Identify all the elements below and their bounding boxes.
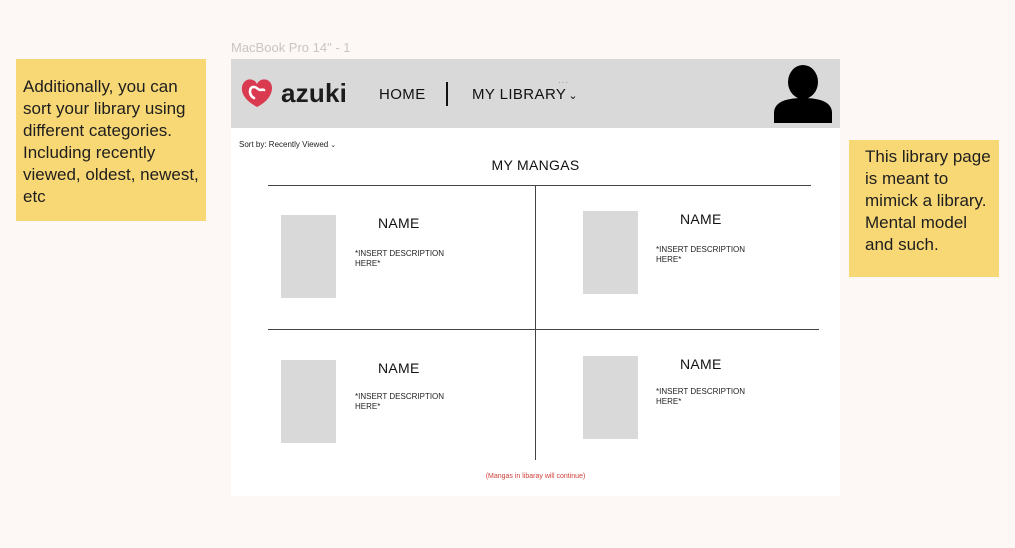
- nav-my-library-dropdown[interactable]: MY LIBRARY ⌄: [472, 86, 578, 103]
- manga-description: *INSERT DESCRIPTION HERE*: [656, 245, 746, 264]
- annotation-note-sorting: Additionally, you can sort your library …: [16, 59, 206, 221]
- nav-my-library-label: MY LIBRARY: [472, 86, 567, 103]
- manga-cover-placeholder[interactable]: [281, 360, 336, 443]
- nav-home-link[interactable]: HOME: [379, 86, 426, 103]
- manga-cover-placeholder[interactable]: [583, 211, 638, 294]
- annotation-note-library: This library page is meant to mimick a l…: [849, 140, 999, 277]
- azuki-heart-logo-icon[interactable]: [240, 76, 274, 110]
- manga-name: NAME: [680, 356, 722, 372]
- nav-divider: [446, 82, 448, 106]
- section-title: MY MANGAS: [491, 157, 580, 173]
- brand-name[interactable]: azuki: [281, 78, 347, 109]
- manga-name: NAME: [680, 211, 722, 227]
- user-avatar-icon[interactable]: [772, 65, 834, 123]
- top-navbar: azuki HOME MY LIBRARY ⌄ ···: [231, 59, 840, 128]
- sort-dropdown[interactable]: Sort by: Recently Viewed ⌄: [239, 140, 336, 149]
- sort-label: Sort by: Recently Viewed: [239, 140, 329, 149]
- grid-middle-divider: [268, 329, 819, 330]
- continue-note: (Mangas in libaray will continue): [485, 473, 586, 480]
- chevron-down-icon: ⌄: [568, 90, 578, 102]
- manga-cover-placeholder[interactable]: [281, 215, 336, 298]
- manga-description: *INSERT DESCRIPTION HERE*: [355, 392, 445, 411]
- grid-vertical-divider: [535, 185, 536, 460]
- manga-cover-placeholder[interactable]: [583, 356, 638, 439]
- manga-description: *INSERT DESCRIPTION HERE*: [656, 387, 746, 406]
- frame-label: MacBook Pro 14" - 1: [231, 40, 351, 55]
- chevron-down-icon: ⌄: [330, 142, 337, 149]
- library-page-frame: azuki HOME MY LIBRARY ⌄ ··· Sort by: Rece…: [231, 59, 840, 496]
- grid-top-divider: [268, 185, 811, 186]
- manga-description: *INSERT DESCRIPTION HERE*: [355, 249, 445, 268]
- manga-name: NAME: [378, 360, 420, 376]
- manga-name: NAME: [378, 215, 420, 231]
- more-dots-icon: ···: [558, 78, 569, 87]
